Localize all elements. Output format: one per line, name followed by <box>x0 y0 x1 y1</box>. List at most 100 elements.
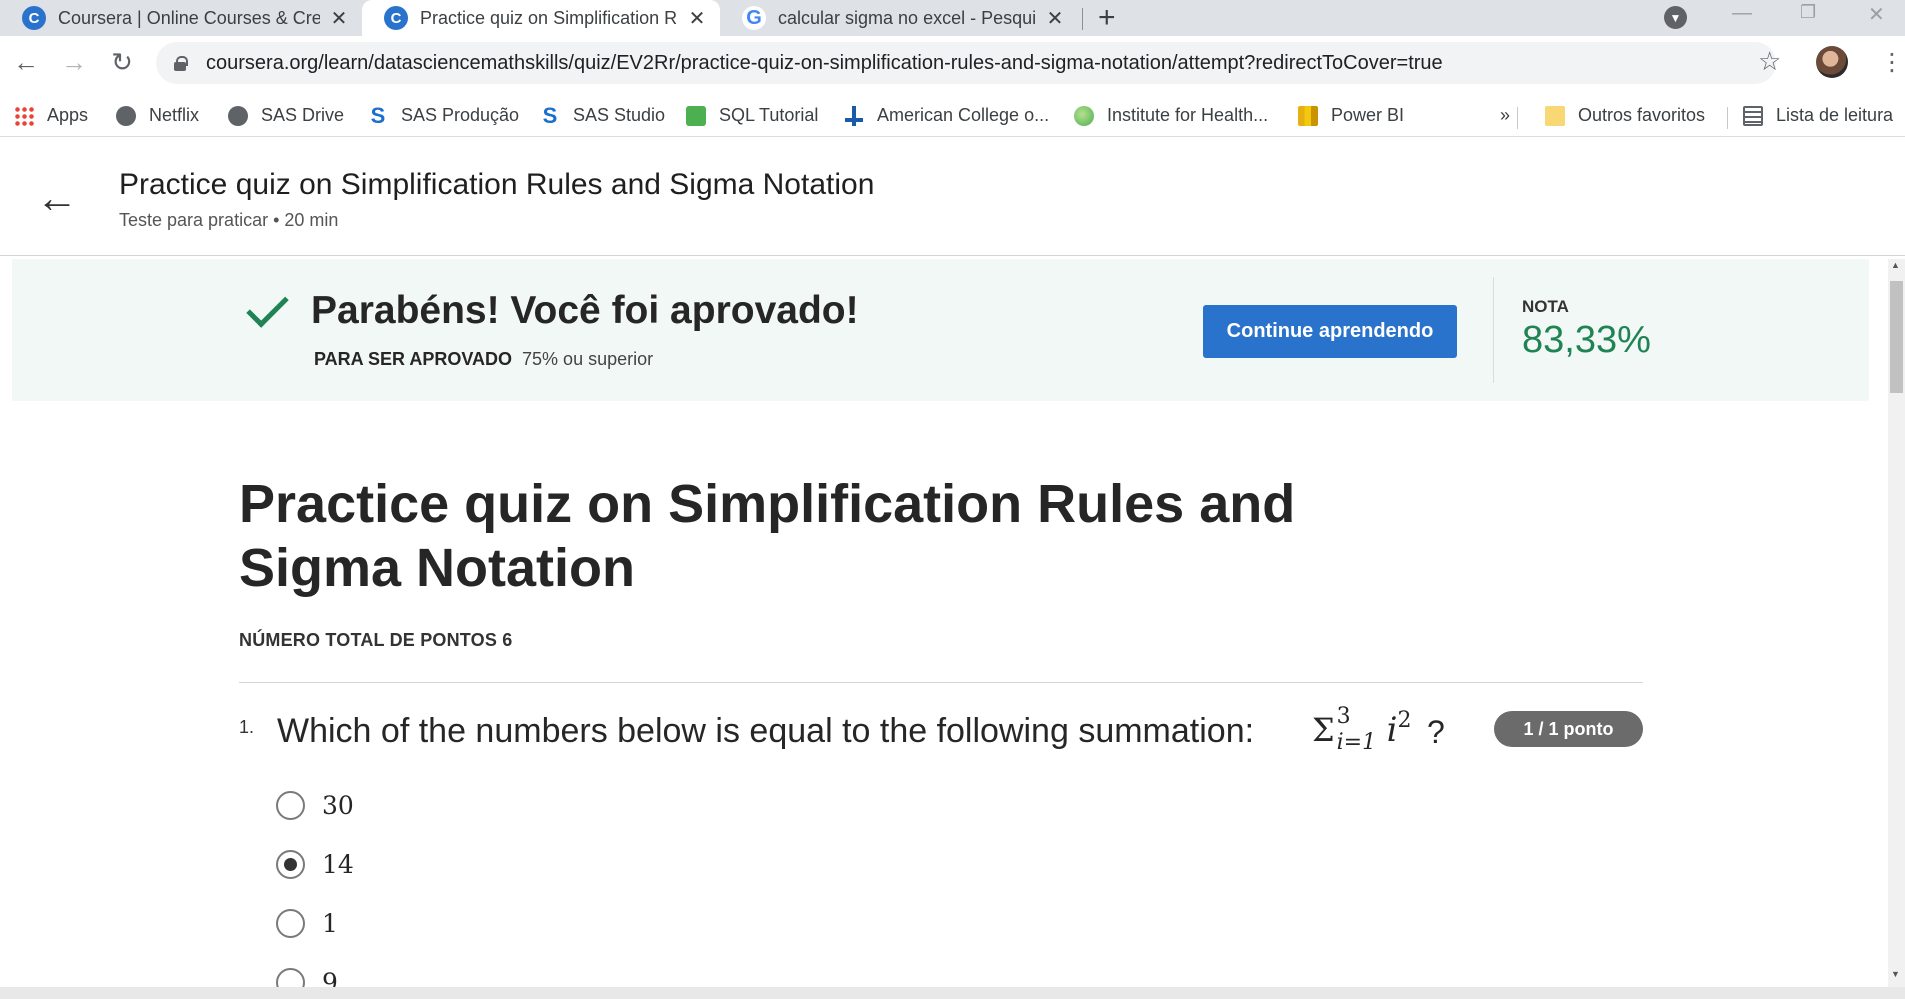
forward-arrow-icon[interactable]: → <box>60 47 88 77</box>
bookmark-netflix[interactable]: Netflix <box>116 105 199 126</box>
google-icon: G <box>742 6 766 30</box>
sum-upper-limit: 3 <box>1336 704 1351 729</box>
scrollbar-thumb[interactable] <box>1890 281 1903 393</box>
grade-value: 83,33% <box>1522 319 1651 361</box>
tab-practice-quiz[interactable]: C Practice quiz on Simplification Ru ✕ <box>362 0 720 36</box>
scroll-up-arrow-icon[interactable]: ▲ <box>1891 260 1900 270</box>
url-text[interactable]: coursera.org/learn/datasciencemathskills… <box>206 52 1443 75</box>
close-icon[interactable]: ✕ <box>328 6 350 31</box>
tab-title: Practice quiz on Simplification Ru <box>420 7 678 28</box>
bookmark-other-favorites[interactable]: Outros favoritos <box>1545 105 1705 126</box>
globe-icon <box>228 105 248 126</box>
tab-coursera-home[interactable]: C Coursera | Online Courses & Cred ✕ <box>0 0 362 36</box>
window-close-icon[interactable]: ✕ <box>1868 2 1885 27</box>
scroll-down-arrow-icon[interactable]: ▼ <box>1891 969 1900 979</box>
continue-learning-button[interactable]: Continue aprendendo <box>1203 305 1457 358</box>
bookmark-label: SAS Drive <box>261 105 345 125</box>
bookmark-label: Outros favoritos <box>1578 105 1706 125</box>
browser-tab-strip: C Coursera | Online Courses & Cred ✕ C P… <box>0 0 1905 36</box>
tab-separator <box>1082 8 1083 30</box>
tab-google-search[interactable]: G calcular sigma no excel - Pesquisa ✕ <box>720 0 1078 36</box>
bookmark-label: Institute for Health... <box>1107 105 1269 125</box>
grade-divider <box>1493 277 1494 383</box>
sum-exponent: 2 <box>1397 708 1412 733</box>
globe-icon <box>116 105 136 126</box>
close-icon[interactable]: ✕ <box>1044 6 1066 31</box>
answer-option[interactable]: 14 <box>276 850 354 879</box>
checkmark-icon <box>244 289 286 331</box>
bookmarks-overflow-button[interactable]: » <box>1500 105 1510 126</box>
new-tab-button[interactable]: + <box>1098 2 1116 34</box>
sas-icon: S <box>542 102 558 128</box>
folder-icon <box>1545 105 1565 126</box>
bookmark-power-bi[interactable]: Power BI <box>1298 105 1404 126</box>
sum-lower-limit: i=1 <box>1336 730 1377 755</box>
question-number: 1. <box>239 717 255 737</box>
radio-button[interactable] <box>276 968 305 987</box>
lock-icon[interactable] <box>174 56 188 71</box>
restore-icon[interactable]: ❐ <box>1800 2 1816 23</box>
sigma-symbol: Σ <box>1312 711 1335 749</box>
powerbi-icon <box>1298 105 1318 126</box>
total-points: NÚMERO TOTAL DE PONTOS 6 <box>239 630 513 650</box>
radio-button[interactable] <box>276 791 305 820</box>
pass-message: Parabéns! Você foi aprovado! <box>311 289 859 332</box>
bookmark-label: Netflix <box>149 105 200 125</box>
bookmark-star-icon[interactable]: ☆ <box>1758 46 1781 77</box>
ihme-icon <box>1074 105 1094 126</box>
browser-toolbar: ← → ↻ coursera.org/learn/datasciencemath… <box>0 36 1905 106</box>
tab-search-icon[interactable]: ▼ <box>1664 6 1687 29</box>
grade-label: NOTA <box>1522 297 1569 316</box>
radio-button[interactable] <box>276 909 305 938</box>
header-title: Practice quiz on Simplification Rules an… <box>119 168 875 201</box>
points-badge: 1 / 1 ponto <box>1494 711 1643 747</box>
answer-option[interactable]: 1 <box>276 909 338 938</box>
bookmark-label: SAS Produção <box>401 105 520 125</box>
profile-avatar[interactable] <box>1816 46 1848 78</box>
back-arrow-icon[interactable]: ← <box>36 177 78 219</box>
horizontal-scrollbar[interactable] <box>0 987 1905 999</box>
sum-variable: i <box>1386 710 1398 750</box>
close-icon[interactable]: ✕ <box>686 6 708 31</box>
bookmark-sas-producao[interactable]: S SAS Produção <box>368 103 520 128</box>
option-label: 14 <box>322 850 354 879</box>
question-text: Which of the numbers below is equal to t… <box>277 712 1255 750</box>
reading-list-button[interactable]: Lista de leitura <box>1743 105 1893 126</box>
tab-title: Coursera | Online Courses & Cred <box>58 7 320 28</box>
sql-icon <box>686 105 706 126</box>
bookmarks-bar: Apps Netflix SAS Drive S SAS Produção S … <box>0 97 1905 137</box>
bookmark-sql-tutorial[interactable]: SQL Tutorial <box>686 105 818 126</box>
bookmark-apps[interactable]: Apps <box>14 105 88 126</box>
bookmark-label: SAS Studio <box>573 105 666 125</box>
pass-banner: Parabéns! Você foi aprovado! PARA SER AP… <box>12 259 1869 401</box>
bookmark-institute-for-health[interactable]: Institute for Health... <box>1074 105 1268 126</box>
back-arrow-icon[interactable]: ← <box>12 47 40 77</box>
bookmarks-separator <box>1517 107 1518 129</box>
minimize-icon[interactable]: — <box>1732 2 1752 25</box>
coursera-icon: C <box>22 6 46 30</box>
pass-requirement-value: 75% ou superior <box>522 349 654 369</box>
bookmark-label: Lista de leitura <box>1776 105 1894 125</box>
reading-list-icon <box>1743 105 1763 126</box>
answer-option[interactable]: 30 <box>276 791 354 820</box>
more-menu-icon[interactable]: ⋮ <box>1880 48 1904 77</box>
bookmark-sas-drive[interactable]: SAS Drive <box>228 105 344 126</box>
address-bar[interactable]: coursera.org/learn/datasciencemathskills… <box>156 42 1776 84</box>
quiz-header: ← Practice quiz on Simplification Rules … <box>0 148 1905 256</box>
answer-option[interactable]: 9 <box>276 968 338 987</box>
radio-button-selected[interactable] <box>276 850 305 879</box>
anchor-icon <box>844 105 864 126</box>
pass-requirement-label: PARA SER APROVADO <box>314 349 513 369</box>
option-label: 9 <box>322 968 338 987</box>
section-divider <box>239 682 1643 683</box>
bookmark-label: Power BI <box>1331 105 1405 125</box>
bookmark-label: SQL Tutorial <box>719 105 819 125</box>
summation-formula: Σ 3 i=1 i2 <box>1312 704 1412 755</box>
bookmark-label: American College o... <box>877 105 1050 125</box>
option-label: 30 <box>322 791 354 820</box>
reload-icon[interactable]: ↻ <box>108 47 136 77</box>
pass-requirement: PARA SER APROVADO 75% ou superior <box>314 349 653 370</box>
bookmark-american-college[interactable]: American College o... <box>844 105 1049 126</box>
option-label: 1 <box>322 909 338 938</box>
bookmark-sas-studio[interactable]: S SAS Studio <box>540 102 666 128</box>
